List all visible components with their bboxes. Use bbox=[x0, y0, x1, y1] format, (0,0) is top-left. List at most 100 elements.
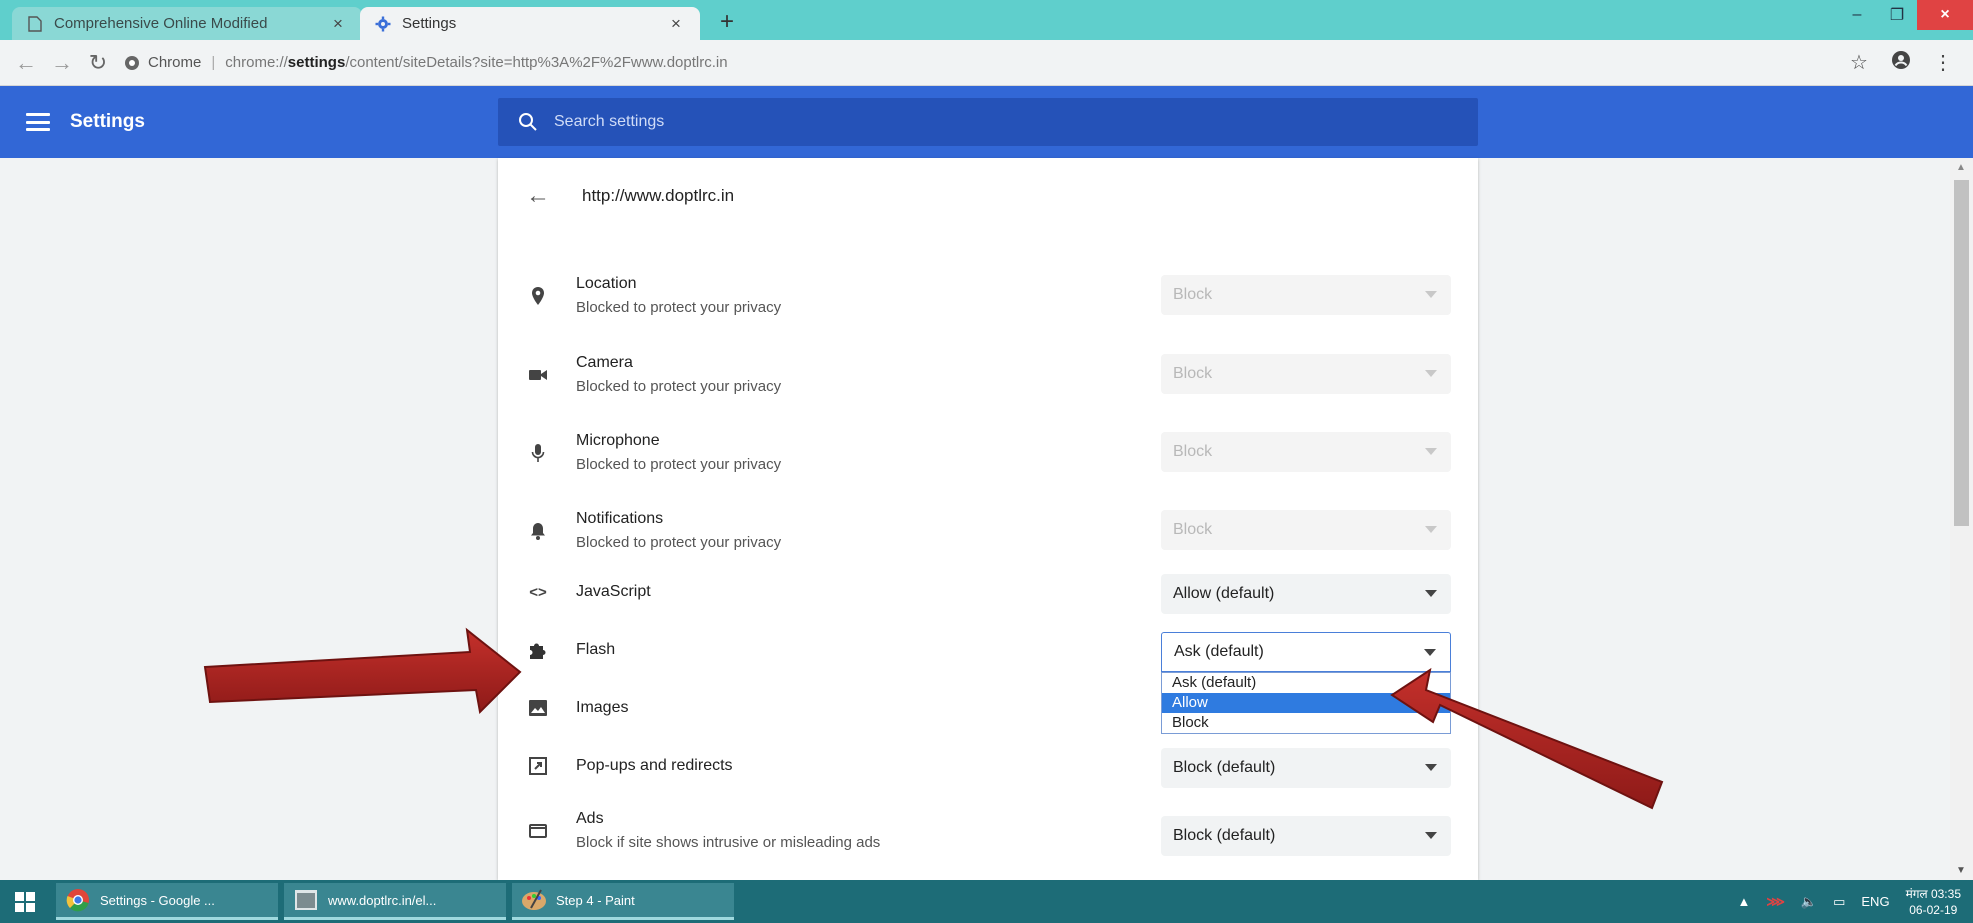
volume-icon[interactable]: 🔈 bbox=[1801, 894, 1817, 910]
tab-title: Comprehensive Online Modified bbox=[54, 15, 268, 32]
permission-name: Microphone bbox=[576, 432, 660, 449]
forward-button[interactable]: → bbox=[44, 45, 80, 81]
clock-time: मंगल 03:35 bbox=[1905, 886, 1961, 901]
location-select[interactable]: Block bbox=[1161, 275, 1451, 315]
popups-select[interactable]: Block (default) bbox=[1161, 748, 1451, 788]
scrollbar-thumb[interactable] bbox=[1954, 180, 1969, 526]
dropdown-option[interactable]: Ask (default) bbox=[1162, 673, 1450, 693]
select-value: Block bbox=[1173, 521, 1213, 538]
clock[interactable]: मंगल 03:35 06-02-19 bbox=[1906, 886, 1961, 918]
tab-title: Settings bbox=[402, 15, 457, 32]
window-controls: – ❐ × bbox=[1837, 0, 1973, 32]
settings-header: Settings bbox=[0, 86, 1973, 158]
select-value: Block (default) bbox=[1173, 827, 1276, 844]
close-icon[interactable]: × bbox=[328, 14, 348, 34]
code-icon: <> bbox=[529, 583, 547, 601]
site-url: http://www.doptlrc.in bbox=[582, 186, 735, 205]
dropdown-option-highlighted[interactable]: Allow bbox=[1162, 693, 1450, 713]
javascript-select[interactable]: Allow (default) bbox=[1161, 574, 1451, 614]
network-alert-icon[interactable]: ⋙ bbox=[1766, 894, 1785, 910]
select-value: Block bbox=[1173, 443, 1213, 460]
select-value: Allow (default) bbox=[1173, 585, 1275, 602]
image-icon bbox=[526, 696, 550, 720]
close-window-button[interactable]: × bbox=[1917, 0, 1973, 30]
permission-name: Ads bbox=[576, 810, 604, 827]
language-indicator[interactable]: ENG bbox=[1861, 894, 1889, 909]
network-icon[interactable]: ▭ bbox=[1833, 894, 1845, 910]
microphone-select[interactable]: Block bbox=[1161, 432, 1451, 472]
taskbar-item-browser[interactable]: www.doptlrc.in/el... bbox=[284, 883, 506, 920]
system-tray: ▲ ⋙ 🔈 ▭ ENG मंगल 03:35 06-02-19 bbox=[1738, 880, 1973, 923]
close-icon[interactable]: × bbox=[666, 14, 686, 34]
taskbar-item-chrome[interactable]: Settings - Google ... bbox=[56, 883, 278, 920]
hamburger-menu-icon[interactable] bbox=[26, 113, 50, 131]
notifications-select[interactable]: Block bbox=[1161, 510, 1451, 550]
profile-icon[interactable] bbox=[1887, 50, 1915, 76]
url-scheme: chrome:// bbox=[225, 54, 288, 71]
omnibox-separator: | bbox=[211, 54, 216, 71]
select-value: Ask (default) bbox=[1174, 643, 1264, 660]
permission-name: Flash bbox=[576, 641, 616, 658]
restore-button[interactable]: ❐ bbox=[1877, 0, 1917, 30]
permission-description: Blocked to protect your privacy bbox=[576, 456, 782, 473]
chrome-icon bbox=[124, 55, 140, 71]
bell-icon bbox=[526, 519, 550, 543]
chevron-down-icon bbox=[1424, 649, 1436, 656]
site-header: ← http://www.doptlrc.in bbox=[526, 182, 734, 210]
popup-icon bbox=[526, 754, 550, 778]
taskbar-item-paint[interactable]: Step 4 - Paint bbox=[512, 883, 734, 920]
back-button[interactable]: ← bbox=[8, 45, 44, 81]
chevron-down-icon bbox=[1425, 526, 1437, 533]
permission-name: Camera bbox=[576, 354, 633, 371]
more-menu-icon[interactable]: ⋮ bbox=[1929, 50, 1957, 75]
flash-select[interactable]: Ask (default) bbox=[1161, 632, 1451, 672]
paint-icon bbox=[520, 886, 548, 914]
tab-settings[interactable]: Settings × bbox=[360, 7, 700, 40]
select-value: Block bbox=[1173, 286, 1213, 303]
chrome-icon bbox=[64, 886, 92, 914]
address-bar[interactable]: Chrome | chrome://settings/content/siteD… bbox=[124, 48, 1845, 78]
camera-icon bbox=[526, 363, 550, 387]
windows-icon bbox=[15, 891, 35, 912]
microphone-icon bbox=[526, 441, 550, 465]
search-icon bbox=[518, 112, 538, 132]
permission-description: Blocked to protect your privacy bbox=[576, 534, 782, 551]
search-box[interactable] bbox=[498, 98, 1478, 146]
site-details-card: ← http://www.doptlrc.in Location Blocked… bbox=[498, 158, 1478, 880]
scroll-up-icon[interactable]: ▲ bbox=[1956, 162, 1966, 173]
chevron-down-icon bbox=[1425, 764, 1437, 771]
camera-select[interactable]: Block bbox=[1161, 354, 1451, 394]
window-icon bbox=[292, 886, 320, 914]
star-icon[interactable]: ☆ bbox=[1845, 50, 1873, 75]
windows-taskbar: Settings - Google ... www.doptlrc.in/el.… bbox=[0, 880, 1973, 923]
scroll-down-icon[interactable]: ▼ bbox=[1956, 865, 1966, 876]
reload-button[interactable]: ↻ bbox=[80, 45, 116, 81]
permission-name: JavaScript bbox=[576, 583, 651, 600]
chevron-down-icon bbox=[1425, 370, 1437, 377]
clock-date: 06-02-19 bbox=[1909, 902, 1958, 917]
browser-titlebar: Comprehensive Online Modified × Settings… bbox=[0, 0, 1973, 40]
permission-name: Location bbox=[576, 275, 637, 292]
url-path: /content/siteDetails?site=http%3A%2F%2Fw… bbox=[345, 54, 728, 71]
omnibox-chip: Chrome bbox=[148, 54, 202, 71]
browser-toolbar: ← → ↻ Chrome | chrome://settings/content… bbox=[0, 40, 1973, 86]
permission-name: Pop-ups and redirects bbox=[576, 757, 733, 774]
url-host: settings bbox=[287, 54, 346, 71]
document-icon bbox=[26, 15, 44, 33]
new-tab-button[interactable]: + bbox=[712, 8, 742, 36]
chevron-down-icon bbox=[1425, 448, 1437, 455]
flash-dropdown-list: Ask (default) Allow Block bbox=[1161, 672, 1451, 734]
back-arrow-icon[interactable]: ← bbox=[526, 182, 554, 210]
toolbar-actions: ☆ ⋮ bbox=[1845, 50, 1957, 76]
search-input[interactable] bbox=[554, 113, 1354, 131]
permission-description: Blocked to protect your privacy bbox=[576, 378, 782, 395]
tray-expand-icon[interactable]: ▲ bbox=[1738, 894, 1751, 909]
start-button[interactable] bbox=[0, 880, 50, 923]
permission-name: Images bbox=[576, 699, 629, 716]
ads-select[interactable]: Block (default) bbox=[1161, 816, 1451, 856]
dropdown-option[interactable]: Block bbox=[1162, 713, 1450, 733]
permission-description: Block if site shows intrusive or mislead… bbox=[576, 834, 881, 851]
minimize-button[interactable]: – bbox=[1837, 0, 1877, 30]
tab-comprehensive[interactable]: Comprehensive Online Modified × bbox=[12, 7, 362, 40]
scrollbar[interactable]: ▲ ▼ bbox=[1950, 158, 1973, 880]
